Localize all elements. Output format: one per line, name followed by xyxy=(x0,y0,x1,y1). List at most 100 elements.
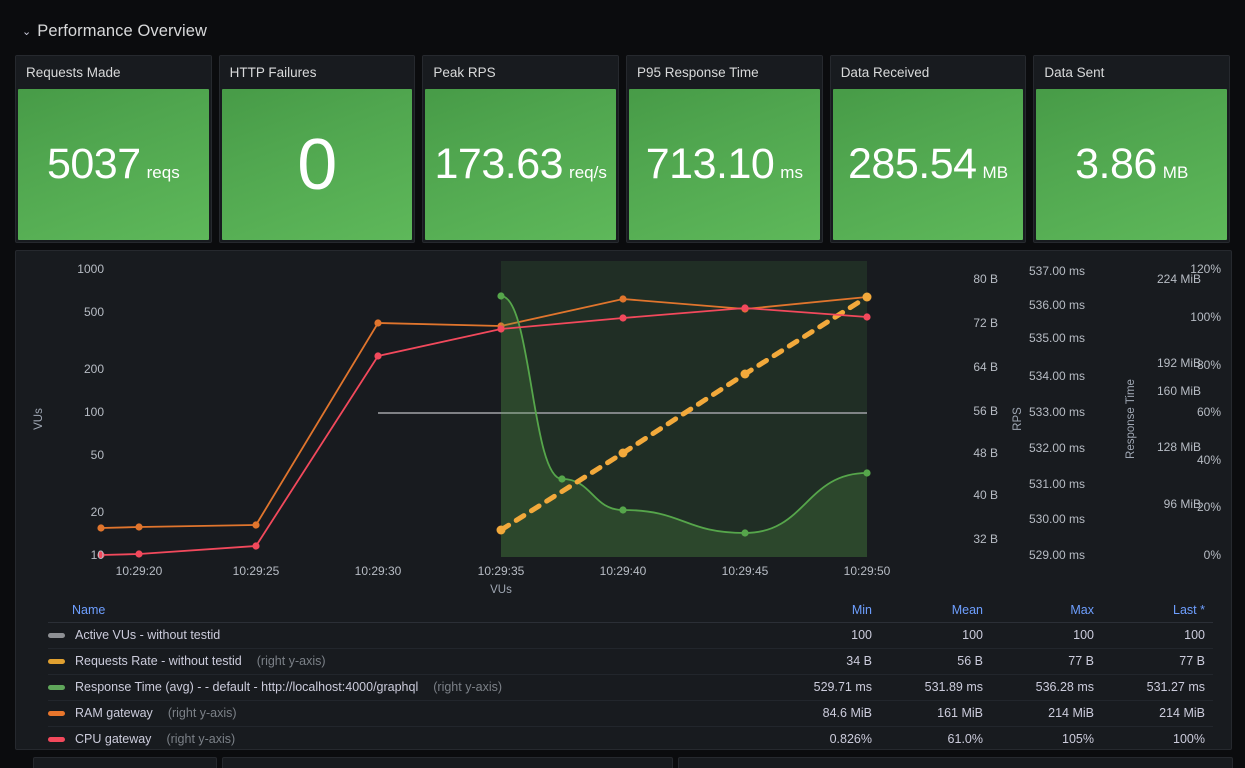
axis-tick-time: 10:29:35 xyxy=(477,564,525,578)
axis-tick-time: 10:29:30 xyxy=(354,564,402,578)
legend-name-inner: Response Time (avg) - - default - http:/… xyxy=(48,680,761,694)
axis-tick-time: 10:29:25 xyxy=(232,564,280,578)
legend-col-name[interactable]: Name xyxy=(48,599,769,623)
legend-min-cell: 529.71 ms xyxy=(769,674,880,701)
legend-max-cell: 214 MiB xyxy=(991,700,1102,727)
stat-panel-body: 3.86 MB xyxy=(1036,89,1228,240)
series-point xyxy=(862,292,872,302)
legend-last-cell: 100 xyxy=(1102,622,1213,649)
axis-tick-time: 10:29:50 xyxy=(843,564,891,578)
legend-max-cell: 77 B xyxy=(991,648,1102,675)
stat-panel[interactable]: Peak RPS 173.63 req/s xyxy=(422,55,620,243)
stat-panel[interactable]: Requests Made 5037 reqs xyxy=(15,55,212,243)
axis-tick-percent: 100% xyxy=(1190,310,1221,324)
legend-last-cell: 77 B xyxy=(1102,648,1213,675)
stat-panel-title: Requests Made xyxy=(16,56,211,89)
legend-name-cell[interactable]: RAM gateway (right y-axis) xyxy=(48,700,769,727)
axis-tick-time: 10:29:45 xyxy=(721,564,769,578)
axis-tick-resptime: 533.00 ms xyxy=(1029,405,1086,419)
legend-name-cell[interactable]: Active VUs - without testid xyxy=(48,622,769,649)
axis-tick-rps: 40 B xyxy=(973,488,998,502)
legend-min-cell: 84.6 MiB xyxy=(769,700,880,727)
stat-panel[interactable]: P95 Response Time 713.10 ms xyxy=(626,55,823,243)
axis-tick-percent: 40% xyxy=(1196,453,1221,467)
legend-color-swatch[interactable] xyxy=(48,684,65,690)
legend-min-cell: 0.826% xyxy=(769,726,880,749)
series-point xyxy=(558,475,566,483)
legend-name-inner: Active VUs - without testid xyxy=(48,628,761,642)
stat-value-wrap: 3.86 MB xyxy=(1075,143,1188,186)
legend-color-swatch[interactable] xyxy=(48,736,65,742)
stat-value: 3.86 xyxy=(1075,140,1157,188)
series-point xyxy=(496,525,506,535)
stat-value-wrap: 5037 reqs xyxy=(47,143,180,186)
series-point xyxy=(619,506,627,514)
axis-tick-rps: 64 B xyxy=(973,360,998,374)
stat-panel-row: Requests Made 5037 reqs HTTP Failures 0 Peak … xyxy=(15,55,1231,243)
next-row-panel[interactable] xyxy=(222,757,673,768)
legend-row[interactable]: CPU gateway (right y-axis) 0.826% 61.0% 105%… xyxy=(48,726,1213,749)
legend-name-cell[interactable]: CPU gateway (right y-axis) xyxy=(48,726,769,749)
graph-plot-area[interactable]: 1000 500 200 100 50 20 10 VUs 80 B 72 B 64 B 56 B 48… xyxy=(16,251,1229,596)
series-point xyxy=(863,313,871,321)
legend-axis-note: (right y-axis) xyxy=(166,732,236,746)
legend-min-cell: 34 B xyxy=(769,648,880,675)
dashboard-root: ⌄ Performance Overview Requests Made 5037… xyxy=(0,0,1245,768)
legend-col-last[interactable]: Last * xyxy=(1102,599,1213,623)
legend-mean-cell: 61.0% xyxy=(880,726,991,749)
legend-row[interactable]: Requests Rate - without testid (right y-a… xyxy=(48,648,1213,675)
legend-col-mean[interactable]: Mean xyxy=(880,599,991,623)
stat-panel[interactable]: Data Sent 3.86 MB xyxy=(1033,55,1231,243)
legend-series-label: Active VUs - without testid xyxy=(75,628,221,642)
legend-mean-cell: 56 B xyxy=(880,648,991,675)
series-point xyxy=(374,319,382,327)
axis-tick-resptime: 529.00 ms xyxy=(1029,548,1086,562)
legend-name-cell[interactable]: Requests Rate - without testid (right y-a… xyxy=(48,648,769,675)
axis-tick-percent: 120% xyxy=(1190,262,1221,276)
legend-col-max[interactable]: Max xyxy=(991,599,1102,623)
stat-value: 173.63 xyxy=(434,140,564,188)
series-point xyxy=(497,292,505,300)
legend-col-min[interactable]: Min xyxy=(769,599,880,623)
legend-name-cell[interactable]: Response Time (avg) - - default - http:/… xyxy=(48,674,769,701)
next-row-panels xyxy=(0,757,1245,768)
legend-name-inner: Requests Rate - without testid (right y-a… xyxy=(48,654,761,668)
legend-color-swatch[interactable] xyxy=(48,710,65,716)
axis-tick-percent: 80% xyxy=(1196,358,1221,372)
stat-panel[interactable]: Data Received 285.54 MB xyxy=(829,55,1027,243)
legend-row[interactable]: RAM gateway (right y-axis) 84.6 MiB 161 MiB… xyxy=(48,700,1213,727)
axis-tick-rps: 32 B xyxy=(973,532,998,546)
stat-value-wrap: 173.63 req/s xyxy=(435,143,607,186)
stat-panel[interactable]: HTTP Failures 0 xyxy=(218,55,416,243)
chevron-down-icon[interactable]: ⌄ xyxy=(22,26,31,38)
axis-tick-rps: 80 B xyxy=(973,272,998,286)
legend-series-label: Requests Rate - without testid xyxy=(75,654,242,668)
axis-tick-percent: 20% xyxy=(1196,500,1221,514)
stat-value: 285.54 xyxy=(848,140,977,188)
stat-panel-body: 173.63 req/s xyxy=(425,89,617,240)
axis-tick-time: 10:29:40 xyxy=(599,564,647,578)
legend-table-container: Name Min Mean Max Last * Active VUs - wi… xyxy=(48,599,1213,749)
legend-color-swatch[interactable] xyxy=(48,658,65,664)
axis-tick-resptime: 531.00 ms xyxy=(1029,477,1086,491)
stat-panel-body: 5037 reqs xyxy=(18,89,209,240)
stat-value-wrap: 0 xyxy=(297,129,337,201)
legend-name-inner: CPU gateway (right y-axis) xyxy=(48,732,761,746)
stat-value: 5037 xyxy=(46,140,141,188)
legend-max-cell: 536.28 ms xyxy=(991,674,1102,701)
legend-color-swatch[interactable] xyxy=(48,632,65,638)
row-header-performance-overview[interactable]: ⌄ Performance Overview xyxy=(22,18,207,44)
next-row-panel[interactable] xyxy=(33,757,217,768)
axis-tick-resptime: 535.00 ms xyxy=(1029,331,1086,345)
stat-panel-body: 285.54 MB xyxy=(832,89,1024,240)
legend-row[interactable]: Active VUs - without testid 100 100 100 100 xyxy=(48,622,1213,649)
stat-panel-title: Data Received xyxy=(830,56,1026,89)
legend-axis-note: (right y-axis) xyxy=(433,680,503,694)
legend-last-cell: 531.27 ms xyxy=(1102,674,1213,701)
next-row-panel[interactable] xyxy=(678,757,1233,768)
series-point xyxy=(252,542,260,550)
axis-tick-percent: 0% xyxy=(1203,548,1221,562)
timeseries-panel[interactable]: 1000 500 200 100 50 20 10 VUs 80 B 72 B 64 B 56 B 48… xyxy=(15,250,1232,750)
legend-series-label: RAM gateway xyxy=(75,706,153,720)
legend-row[interactable]: Response Time (avg) - - default - http:/… xyxy=(48,674,1213,701)
